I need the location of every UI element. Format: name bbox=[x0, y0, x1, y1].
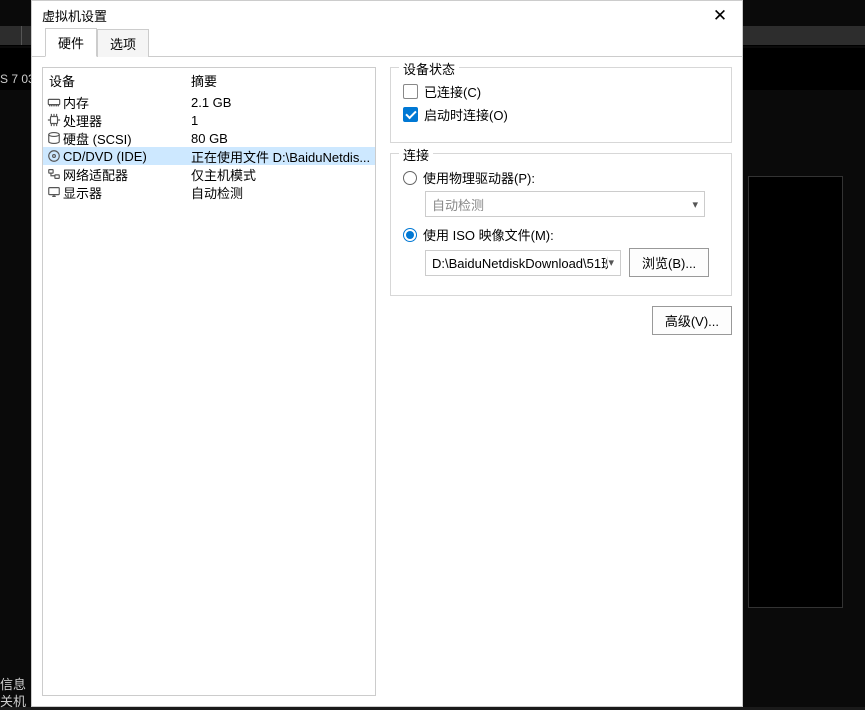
titlebar: 虚拟机设置 ✕ bbox=[32, 1, 742, 29]
use-iso-label: 使用 ISO 映像文件(M): bbox=[423, 225, 554, 244]
chevron-down-icon: ▾ bbox=[608, 256, 614, 269]
connected-label: 已连接(C) bbox=[424, 82, 481, 101]
device-row-cd[interactable]: CD/DVD (IDE) 正在使用文件 D:\BaiduNetdis... bbox=[43, 147, 375, 165]
device-label: 处理器 bbox=[63, 111, 191, 130]
physical-drive-select[interactable]: 自动检测 ▾ bbox=[425, 191, 705, 217]
memory-icon bbox=[45, 94, 63, 110]
browse-button[interactable]: 浏览(B)... bbox=[629, 248, 709, 277]
cpu-icon bbox=[45, 112, 63, 128]
col-device: 设备 bbox=[49, 71, 191, 90]
device-label: 网络适配器 bbox=[63, 165, 191, 184]
dialog-content: 设备 摘要 内存 2.1 GB 处理器 1 bbox=[32, 57, 742, 706]
close-icon: ✕ bbox=[713, 7, 727, 24]
connect-on-start-label: 启动时连接(O) bbox=[424, 105, 508, 124]
device-row-cpu[interactable]: 处理器 1 bbox=[43, 111, 375, 129]
device-label: 内存 bbox=[63, 93, 191, 112]
close-button[interactable]: ✕ bbox=[706, 4, 734, 26]
device-summary: 自动检测 bbox=[191, 183, 375, 202]
tab-hardware[interactable]: 硬件 bbox=[45, 28, 97, 57]
use-physical-label: 使用物理驱动器(P): bbox=[423, 168, 535, 187]
cd-icon bbox=[45, 148, 63, 164]
bg-tab-label: S 7 03 bbox=[0, 72, 35, 86]
bg-text-shutdown: 关机 bbox=[0, 691, 26, 710]
physical-drive-value: 自动检测 bbox=[432, 195, 484, 214]
use-iso-radio[interactable] bbox=[403, 228, 417, 242]
device-label: CD/DVD (IDE) bbox=[63, 149, 191, 164]
connection-legend: 连接 bbox=[399, 145, 433, 164]
device-summary: 2.1 GB bbox=[191, 95, 375, 110]
device-row-network[interactable]: 网络适配器 仅主机模式 bbox=[43, 165, 375, 183]
disk-icon bbox=[45, 130, 63, 146]
device-list-header: 设备 摘要 bbox=[43, 68, 375, 93]
device-summary: 1 bbox=[191, 113, 375, 128]
chevron-down-icon: ▾ bbox=[692, 198, 698, 211]
connection-group: 连接 使用物理驱动器(P): 自动检测 ▾ 使用 ISO 映像文件(M): bbox=[390, 153, 732, 296]
advanced-button[interactable]: 高级(V)... bbox=[652, 306, 732, 335]
device-list: 设备 摘要 内存 2.1 GB 处理器 1 bbox=[42, 67, 376, 696]
device-label: 硬盘 (SCSI) bbox=[63, 129, 191, 148]
iso-path-select[interactable]: D:\BaiduNetdiskDownload\51班 ▾ bbox=[425, 250, 621, 276]
tab-options[interactable]: 选项 bbox=[97, 29, 149, 57]
connect-on-start-checkbox[interactable] bbox=[403, 107, 418, 122]
tabstrip: 硬件 选项 bbox=[32, 29, 742, 57]
right-panel: 设备状态 已连接(C) 启动时连接(O) 连接 使用物理驱动器(P): bbox=[390, 67, 732, 696]
vm-settings-dialog: 虚拟机设置 ✕ 硬件 选项 设备 摘要 内存 2.1 GB bbox=[31, 0, 743, 707]
device-row-memory[interactable]: 内存 2.1 GB bbox=[43, 93, 375, 111]
connected-checkbox[interactable] bbox=[403, 84, 418, 99]
dialog-title: 虚拟机设置 bbox=[42, 6, 706, 25]
device-row-disk[interactable]: 硬盘 (SCSI) 80 GB bbox=[43, 129, 375, 147]
bg-thumb-lower bbox=[748, 176, 843, 608]
device-status-group: 设备状态 已连接(C) 启动时连接(O) bbox=[390, 67, 732, 143]
device-label: 显示器 bbox=[63, 183, 191, 202]
use-physical-radio[interactable] bbox=[403, 171, 417, 185]
device-status-legend: 设备状态 bbox=[399, 59, 459, 78]
device-summary: 80 GB bbox=[191, 131, 375, 146]
col-summary: 摘要 bbox=[191, 71, 375, 90]
device-summary: 正在使用文件 D:\BaiduNetdis... bbox=[191, 147, 375, 166]
device-row-display[interactable]: 显示器 自动检测 bbox=[43, 183, 375, 201]
iso-path-value: D:\BaiduNetdiskDownload\51班 bbox=[432, 253, 608, 272]
display-icon bbox=[45, 184, 63, 200]
network-icon bbox=[45, 166, 63, 182]
device-summary: 仅主机模式 bbox=[191, 165, 375, 184]
